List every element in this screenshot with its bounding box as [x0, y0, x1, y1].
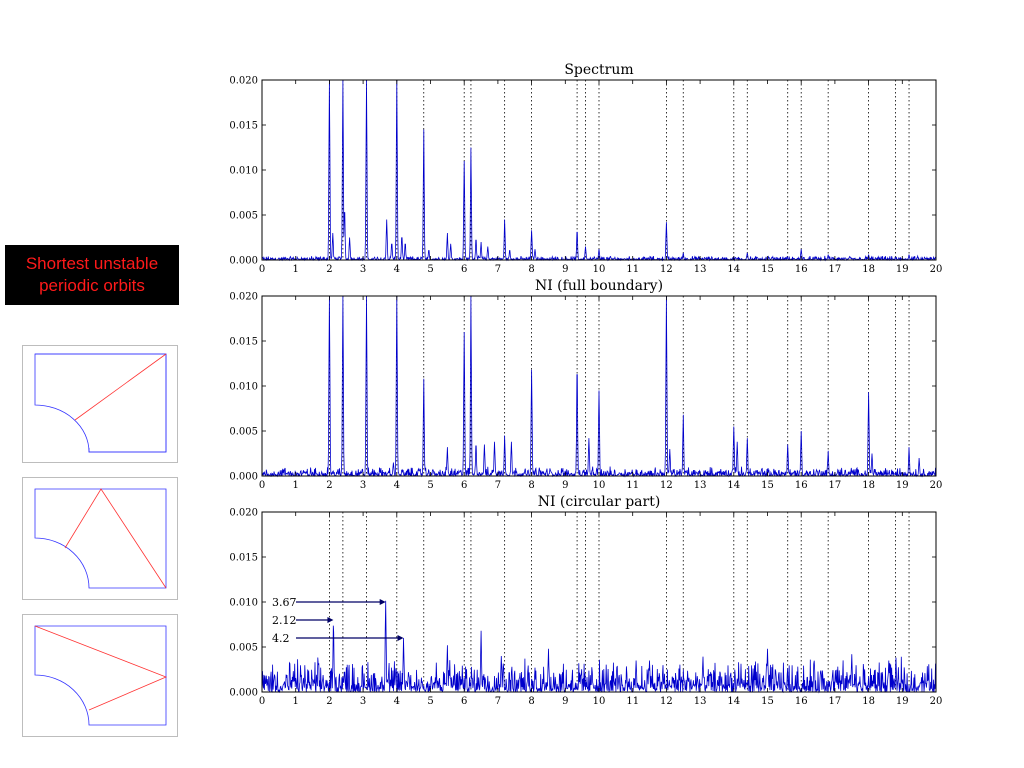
x-tick-label: 14	[727, 696, 740, 707]
x-tick-label: 20	[930, 264, 943, 275]
x-tick-label: 12	[660, 696, 673, 707]
x-tick-label: 11	[626, 480, 639, 491]
x-tick-label: 0	[259, 480, 265, 491]
x-tick-label: 3	[360, 696, 366, 707]
x-tick-label: 19	[896, 264, 909, 275]
annotation-arrowhead	[397, 635, 404, 641]
x-tick-label: 9	[562, 480, 568, 491]
x-tick-label: 20	[930, 480, 943, 491]
y-tick-label: 0.005	[229, 643, 258, 654]
x-tick-label: 7	[495, 696, 501, 707]
x-tick-label: 3	[360, 480, 366, 491]
x-tick-label: 16	[795, 696, 808, 707]
x-tick-label: 17	[829, 480, 842, 491]
y-tick-label: 0.010	[229, 598, 258, 609]
x-tick-label: 3	[360, 264, 366, 275]
x-tick-label: 13	[694, 480, 707, 491]
annotation-label: 2.12	[272, 614, 297, 627]
x-tick-label: 11	[626, 696, 639, 707]
x-tick-label: 13	[694, 696, 707, 707]
x-tick-label: 2	[326, 264, 332, 275]
x-tick-label: 14	[727, 264, 740, 275]
x-tick-label: 10	[593, 264, 606, 275]
y-tick-label: 0.000	[229, 688, 258, 699]
x-tick-label: 0	[259, 696, 265, 707]
x-tick-label: 16	[795, 480, 808, 491]
annotation-arrowhead	[327, 617, 334, 623]
x-tick-label: 10	[593, 480, 606, 491]
y-tick-label: 0.020	[229, 76, 258, 87]
x-tick-label: 2	[326, 480, 332, 491]
y-tick-label: 0.010	[229, 382, 258, 393]
x-tick-label: 5	[427, 696, 433, 707]
series-line	[261, 600, 937, 694]
x-tick-label: 17	[829, 696, 842, 707]
y-tick-label: 0.005	[229, 427, 258, 438]
x-tick-label: 8	[528, 480, 534, 491]
x-tick-label: 13	[694, 264, 707, 275]
x-tick-label: 6	[461, 480, 467, 491]
x-tick-label: 8	[528, 696, 534, 707]
x-tick-label: 4	[394, 264, 400, 275]
x-tick-label: 19	[896, 480, 909, 491]
x-tick-label: 1	[293, 480, 299, 491]
x-tick-label: 7	[495, 264, 501, 275]
x-tick-label: 15	[761, 264, 774, 275]
y-tick-label: 0.000	[229, 256, 258, 267]
spectra-charts: Spectrum0 1 2 3 4 5 6 7 8 9 10 11 12 13 14 15 16 17 18 19 20…	[229, 62, 943, 707]
annotation-arrowhead	[379, 599, 386, 605]
x-tick-label: 18	[862, 264, 875, 275]
x-tick-label: 18	[862, 696, 875, 707]
chart-title: Spectrum	[564, 62, 633, 78]
x-tick-label: 8	[528, 264, 534, 275]
x-tick-label: 15	[761, 480, 774, 491]
x-tick-label: 14	[727, 480, 740, 491]
y-tick-label: 0.015	[229, 121, 258, 132]
x-tick-label: 10	[593, 696, 606, 707]
x-tick-label: 17	[829, 264, 842, 275]
x-tick-label: 9	[562, 264, 568, 275]
x-tick-label: 7	[495, 480, 501, 491]
x-tick-label: 15	[761, 696, 774, 707]
x-tick-label: 5	[427, 264, 433, 275]
x-tick-label: 4	[394, 480, 400, 491]
x-tick-label: 11	[626, 264, 639, 275]
x-tick-label: 0	[259, 264, 265, 275]
annotation-label: 4.2	[272, 632, 290, 645]
y-tick-label: 0.005	[229, 211, 258, 222]
x-tick-label: 16	[795, 264, 808, 275]
y-tick-label: 0.000	[229, 472, 258, 483]
x-tick-label: 1	[293, 696, 299, 707]
y-tick-label: 0.020	[229, 292, 258, 303]
x-tick-label: 4	[394, 696, 400, 707]
y-tick-label: 0.020	[229, 508, 258, 519]
y-tick-label: 0.015	[229, 337, 258, 348]
x-tick-label: 6	[461, 696, 467, 707]
x-tick-label: 12	[660, 480, 673, 491]
annotation-label: 3.67	[272, 596, 297, 609]
chart-title: NI (full boundary)	[535, 278, 663, 294]
x-tick-label: 5	[427, 480, 433, 491]
x-tick-label: 18	[862, 480, 875, 491]
x-tick-label: 1	[293, 264, 299, 275]
x-tick-label: 20	[930, 696, 943, 707]
chart-title: NI (circular part)	[538, 494, 661, 510]
x-tick-label: 9	[562, 696, 568, 707]
y-tick-label: 0.015	[229, 553, 258, 564]
y-tick-label: 0.010	[229, 166, 258, 177]
x-tick-label: 6	[461, 264, 467, 275]
x-tick-label: 2	[326, 696, 332, 707]
x-tick-label: 19	[896, 696, 909, 707]
x-tick-label: 12	[660, 264, 673, 275]
